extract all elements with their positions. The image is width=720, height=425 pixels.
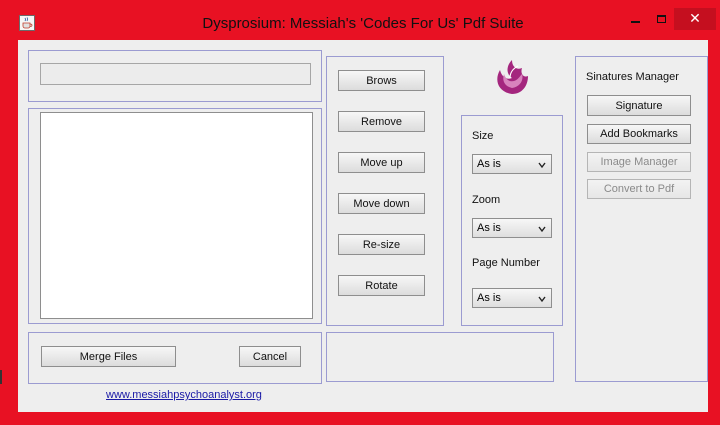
signature-button[interactable]: Signature [587, 95, 691, 116]
file-path-input[interactable] [40, 63, 311, 85]
signatures-panel: Sinatures Manager Signature Add Bookmark… [575, 56, 708, 382]
file-list[interactable] [40, 112, 313, 319]
phoenix-logo-icon [488, 54, 536, 100]
size-select[interactable]: As is [472, 154, 552, 174]
maximize-icon [656, 15, 666, 23]
image-manager-button[interactable]: Image Manager [587, 152, 691, 172]
minimize-icon [630, 21, 640, 23]
page-number-label: Page Number [472, 257, 540, 269]
move-up-button[interactable]: Move up [338, 152, 425, 173]
chevron-down-icon [538, 162, 546, 169]
background-edge [0, 370, 2, 384]
minimize-button[interactable] [622, 8, 648, 30]
zoom-select[interactable]: As is [472, 218, 552, 238]
page-number-select[interactable]: As is [472, 288, 552, 308]
size-select-value: As is [477, 158, 501, 170]
path-panel [28, 50, 322, 102]
remove-button[interactable]: Remove [338, 111, 425, 132]
add-bookmarks-button[interactable]: Add Bookmarks [587, 124, 691, 144]
window-title: Dysprosium: Messiah's 'Codes For Us' Pdf… [202, 15, 524, 32]
chevron-down-icon [538, 226, 546, 233]
rotate-button[interactable]: Rotate [338, 275, 425, 296]
file-list-panel [28, 108, 322, 324]
merge-files-button[interactable]: Merge Files [41, 346, 176, 367]
app-window: Dysprosium: Messiah's 'Codes For Us' Pdf… [10, 6, 716, 420]
move-down-button[interactable]: Move down [338, 193, 425, 214]
cancel-button[interactable]: Cancel [239, 346, 301, 367]
page-number-select-value: As is [477, 292, 501, 304]
close-icon: ✕ [689, 11, 701, 27]
zoom-select-value: As is [477, 222, 501, 234]
chevron-down-icon [538, 296, 546, 303]
actions-panel: Brows Remove Move up Move down Re-size R… [326, 56, 444, 326]
size-label: Size [472, 130, 494, 142]
maximize-button[interactable] [648, 8, 674, 30]
convert-to-pdf-button[interactable]: Convert to Pdf [587, 179, 691, 199]
main-content: Merge Files Cancel Brows Remove Move up … [18, 40, 708, 412]
website-link[interactable]: www.messiahpsychoanalyst.org [106, 389, 262, 401]
signatures-heading: Sinatures Manager [586, 71, 679, 83]
title-bar[interactable]: Dysprosium: Messiah's 'Codes For Us' Pdf… [10, 6, 716, 40]
zoom-label: Zoom [472, 194, 501, 206]
status-panel [326, 332, 554, 382]
merge-panel: Merge Files Cancel [28, 332, 322, 384]
options-panel: Size As is Zoom As is Page Number As is [461, 115, 563, 326]
close-button[interactable]: ✕ [674, 8, 716, 30]
browse-button[interactable]: Brows [338, 70, 425, 91]
resize-button[interactable]: Re-size [338, 234, 425, 255]
